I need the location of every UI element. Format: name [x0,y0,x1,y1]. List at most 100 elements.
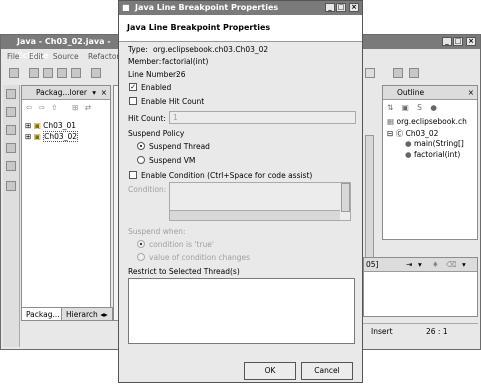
save-icon[interactable] [29,68,39,78]
expand-icon[interactable]: ⊞ [25,132,31,141]
menu-refactor[interactable]: Refactor [88,52,119,61]
status-insert-mode: Insert [371,327,393,336]
link-editor-icon[interactable]: ⇄ [85,103,91,112]
close-icon[interactable]: × [466,37,476,46]
console-menu-icon[interactable]: ▾ [418,258,422,272]
outline-item-label: factorial(int) [413,150,461,159]
type-label: Type: [128,45,148,54]
sort-icon[interactable]: ⇅ [387,103,393,112]
ok-button[interactable]: OK [244,362,296,380]
tab-label: Hierarch [66,310,98,319]
enable-condition-label: Enable Condition (Ctrl+Space for code as… [141,171,313,180]
condition-textarea[interactable] [169,182,351,221]
enable-hit-count-label: Enable Hit Count [141,97,205,106]
suspend-policy-label: Suspend Policy [128,129,185,138]
terminate-icon[interactable]: ⇥ [406,258,412,272]
condition-changes-radio[interactable] [137,253,145,261]
expand-icon[interactable]: ⊞ [25,121,31,130]
tab-label: Packag... [26,310,60,319]
open-type-icon[interactable] [91,68,101,78]
plugin-icon[interactable] [6,161,16,171]
console-dropdown-icon[interactable]: ▾ [462,258,466,272]
outline-item-class[interactable]: ⊟ Ⓒ Ch03_02 [387,128,438,139]
condition-vscrollbar[interactable] [341,183,350,212]
eclipse-titlebar: Java - Ch03_02.java - Eclipse [1,35,135,60]
menu-source[interactable]: Source [53,52,79,61]
thread-list[interactable] [128,278,355,344]
condition-label: Condition: [128,185,167,194]
cancel-button-label: Cancel [314,366,340,375]
forward-nav-icon[interactable]: ⇨ [39,103,45,112]
enable-condition-checkbox[interactable] [129,171,137,179]
enable-hit-count-checkbox[interactable] [129,97,137,105]
cancel-button[interactable]: Cancel [301,362,353,380]
java-perspective-icon[interactable] [393,68,403,78]
collapse-all-icon[interactable]: ⊞ [72,103,78,112]
minimize-icon[interactable]: _ [442,37,452,46]
line-number-label: Line Number: [128,70,179,79]
condition-hscrollbar[interactable] [170,210,340,220]
maximize-icon[interactable]: □ [453,37,463,46]
maximize-icon[interactable]: □ [336,3,346,12]
hide-nonpublic-icon[interactable]: ● [430,103,437,112]
toolbar [7,66,119,80]
hide-fields-icon[interactable]: ▣ [402,103,409,112]
minimize-icon[interactable]: _ [325,3,335,12]
help-icon[interactable] [6,181,16,191]
team-icon[interactable] [6,143,16,153]
up-icon[interactable]: ⇧ [51,103,57,112]
type-value: org.eclipsebook.ch03.Ch03_02 [153,45,269,54]
project-folder-icon: ▣ [33,121,41,130]
outline-item-label: org.eclipsebook.ch [396,117,467,126]
menu-file[interactable]: File [7,52,20,61]
tab-arrows-icon[interactable]: ◂▸ [100,310,108,319]
hide-static-icon[interactable]: S [417,103,422,112]
back-icon[interactable]: ⇦ [26,103,32,112]
class-icon: Ⓒ [395,129,404,138]
close-view-icon[interactable]: × [101,86,107,100]
resource-icon[interactable] [6,89,16,99]
clear-console-icon[interactable]: ⌫ [446,258,457,272]
menu-edit[interactable]: Edit [29,52,44,61]
build-icon[interactable] [71,68,81,78]
view-menu-icon[interactable]: ▾ [92,86,96,100]
enabled-checkbox[interactable]: ✓ [129,83,137,91]
java-icon[interactable] [6,107,16,117]
condition-changes-label: value of condition changes [149,253,251,262]
new-icon[interactable] [9,68,19,78]
suspend-when-label: Suspend when: [128,227,186,236]
debug-icon[interactable] [6,125,16,135]
method-icon: ● [405,139,412,148]
debug-perspective-icon[interactable] [409,68,419,78]
tree-item-label: Ch03_02 [43,131,78,142]
shortcut-bar [3,85,20,347]
outline-item-factorial[interactable]: ● factorial(int) [405,150,460,159]
forward-icon[interactable] [365,68,375,78]
package-explorer-header: Packag...lorer ▾ × [22,86,110,100]
close-view-icon[interactable]: × [468,86,474,100]
console-panel: 05] ⇥ ▾ ♦ ⌫ ▾ [363,257,478,317]
suspend-vm-radio[interactable] [137,156,145,164]
outline-item-main[interactable]: ● main(String[] [405,139,464,148]
hit-count-field[interactable]: 1 [169,111,356,124]
outline-item-package[interactable]: ▦ org.eclipsebook.ch [387,117,467,126]
collapse-icon[interactable]: ⊟ [387,129,393,138]
outline-toolbar: ⇅ ▣ S ● [387,103,437,112]
breakpoint-dialog: ■ Java Line Breakpoint Properties _ □ × … [118,0,363,383]
tab-hierarchy[interactable]: Hierarch ◂▸ [61,307,113,321]
close-icon[interactable]: × [349,3,359,12]
print-icon[interactable] [57,68,67,78]
suspend-thread-radio[interactable] [137,142,145,150]
tree-item-ch03-01[interactable]: ⊞ ▣ Ch03_01 [25,121,76,130]
package-explorer-title: Packag...lorer [36,88,87,97]
restrict-threads-label: Restrict to Selected Thread(s) [128,267,240,276]
condition-true-radio[interactable] [137,240,145,248]
enabled-label: Enabled [141,83,172,92]
tab-package-explorer[interactable]: Packag... [21,307,65,321]
tree-item-ch03-02[interactable]: ⊞ ▣ Ch03_02 [25,131,78,142]
outline-panel: Outline × ⇅ ▣ S ● ▦ org.eclipsebook.ch ⊟… [382,85,478,240]
line-number-value: 26 [176,70,186,79]
save-all-icon[interactable] [43,68,53,78]
pin-icon[interactable]: ♦ [432,258,439,272]
dialog-title: Java Line Breakpoint Properties [135,3,279,12]
